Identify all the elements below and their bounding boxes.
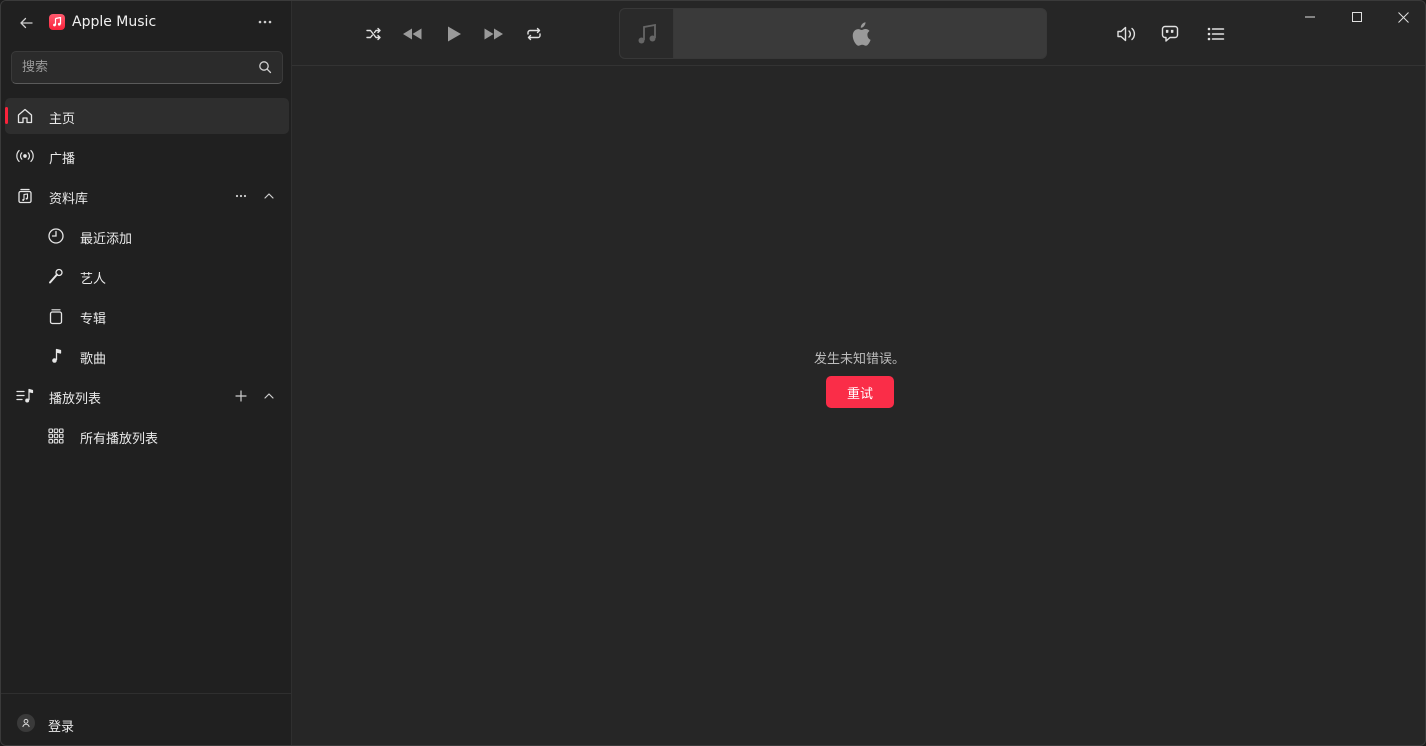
library-collapse-button[interactable]: [259, 186, 279, 206]
sidebar-item-label: 资料库: [49, 192, 89, 207]
clock-icon: [46, 226, 66, 246]
sidebar-item-label: 主页: [49, 112, 76, 127]
radio-broadcast-icon: [15, 146, 35, 166]
close-icon: [1397, 11, 1409, 23]
library-icon: [15, 186, 35, 206]
sidebar-item-label: 专辑: [80, 312, 107, 327]
app-window: Apple Music 主页 广播 资料库: [0, 0, 1426, 746]
ellipsis-icon: [258, 20, 272, 24]
sidebar-item-all-playlists[interactable]: 所有播放列表: [5, 418, 289, 454]
sidebar-item-label: 播放列表: [49, 392, 102, 407]
lyrics-bubble-icon: [1161, 25, 1179, 42]
chevron-up-icon: [264, 393, 274, 399]
now-playing-display[interactable]: [619, 8, 1047, 59]
search-input[interactable]: [12, 52, 252, 83]
apple-music-logo: [49, 14, 65, 30]
plus-icon: [235, 390, 247, 402]
music-note-icon: [46, 346, 66, 366]
rewind-icon: [403, 28, 422, 40]
list-icon: [1207, 27, 1225, 41]
more-options-button[interactable]: [253, 12, 277, 32]
play-button[interactable]: [442, 23, 466, 45]
sidebar: Apple Music 主页 广播 资料库: [1, 1, 292, 745]
playlist-icon: [15, 386, 35, 406]
previous-button[interactable]: [400, 23, 424, 45]
search-box: [11, 51, 283, 84]
ellipsis-icon: [235, 194, 247, 198]
library-more-button[interactable]: [231, 186, 251, 206]
repeat-icon: [527, 27, 541, 41]
add-playlist-button[interactable]: [231, 386, 251, 406]
sidebar-item-recently-added[interactable]: 最近添加: [5, 218, 289, 254]
arrow-left-icon: [20, 17, 33, 29]
apple-logo-icon: [852, 22, 871, 46]
lyrics-button[interactable]: [1158, 23, 1182, 45]
sidebar-item-label: 歌曲: [80, 352, 107, 367]
repeat-button[interactable]: [522, 23, 546, 45]
speaker-icon: [1117, 26, 1136, 42]
artwork-placeholder: [620, 9, 674, 58]
album-stack-icon: [46, 306, 66, 326]
user-icon: [17, 714, 35, 732]
search-icon[interactable]: [258, 60, 272, 74]
sidebar-item-home[interactable]: 主页: [5, 98, 289, 134]
play-icon: [448, 26, 461, 42]
grid-icon: [46, 426, 66, 446]
fast-forward-icon: [484, 28, 503, 40]
close-button[interactable]: [1380, 5, 1425, 29]
volume-button[interactable]: [1115, 23, 1139, 45]
error-message: 发生未知错误。: [813, 352, 905, 367]
sidebar-item-playlists[interactable]: 播放列表: [5, 378, 289, 414]
shuffle-icon: [366, 27, 381, 41]
next-button[interactable]: [482, 23, 506, 45]
retry-button[interactable]: 重试: [826, 376, 894, 408]
shuffle-button[interactable]: [362, 23, 386, 45]
app-title: Apple Music: [72, 14, 157, 30]
home-icon: [15, 106, 35, 126]
music-note-icon: [53, 17, 62, 27]
signin-button[interactable]: 登录: [1, 693, 292, 745]
main-content: 发生未知错误。 重试: [292, 1, 1425, 745]
signin-label: 登录: [48, 720, 75, 735]
sidebar-titlebar: Apple Music: [1, 1, 292, 45]
sidebar-item-label: 艺人: [80, 272, 107, 287]
sidebar-item-label: 最近添加: [80, 232, 133, 247]
player-toolbar: [292, 1, 1425, 66]
minimize-button[interactable]: [1287, 5, 1333, 29]
microphone-icon: [46, 266, 66, 286]
sidebar-item-label: 所有播放列表: [80, 432, 159, 447]
maximize-button[interactable]: [1334, 5, 1380, 29]
back-button[interactable]: [15, 12, 37, 34]
music-note-icon: [638, 23, 656, 43]
maximize-icon: [1352, 12, 1362, 22]
sidebar-item-songs[interactable]: 歌曲: [5, 338, 289, 374]
sidebar-item-library[interactable]: 资料库: [5, 178, 289, 214]
queue-button[interactable]: [1204, 23, 1228, 45]
playlists-collapse-button[interactable]: [259, 386, 279, 406]
sidebar-item-label: 广播: [49, 152, 76, 167]
sidebar-item-albums[interactable]: 专辑: [5, 298, 289, 334]
sidebar-item-radio[interactable]: 广播: [5, 138, 289, 174]
chevron-up-icon: [264, 193, 274, 199]
minimize-icon: [1305, 16, 1315, 18]
sidebar-item-artists[interactable]: 艺人: [5, 258, 289, 294]
